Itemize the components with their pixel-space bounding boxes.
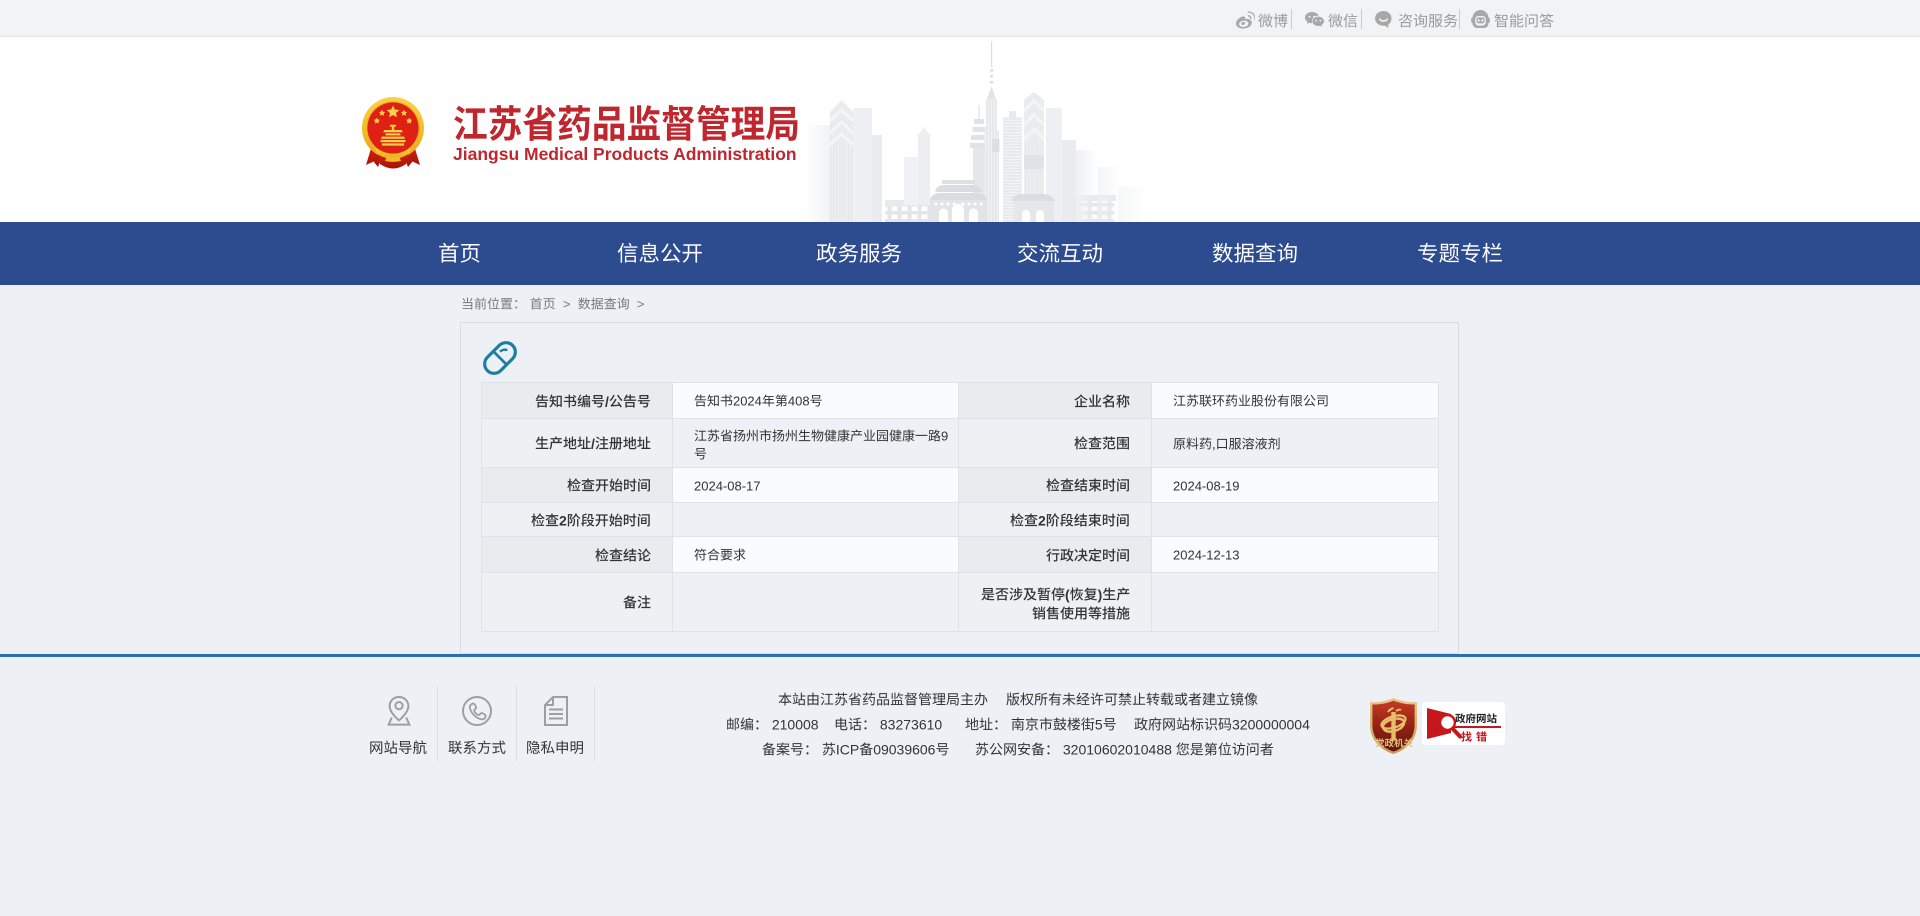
svg-text:5: 5 [1094, 716, 1102, 732]
svg-text:32010602010488: 32010602010488 [1063, 741, 1172, 757]
svg-text:2: 2 [1038, 512, 1046, 528]
svg-text:3200000004: 3200000004 [1232, 716, 1310, 732]
svg-text:(: ( [1065, 586, 1070, 602]
svg-text:>: > [637, 296, 645, 311]
svg-text:2024: 2024 [733, 393, 762, 408]
svg-text:): ) [1097, 586, 1102, 602]
svg-text:/: / [605, 393, 609, 409]
svg-text:408: 408 [788, 393, 810, 408]
svg-text:2024-08-19: 2024-08-19 [1173, 478, 1240, 493]
svg-text:2024-08-17: 2024-08-17 [694, 478, 761, 493]
svg-text:2: 2 [559, 512, 567, 528]
svg-text:/: / [591, 435, 595, 451]
svg-text:83273610: 83273610 [880, 716, 943, 732]
svg-text:2024-12-13: 2024-12-13 [1173, 547, 1240, 562]
svg-text:9: 9 [941, 428, 948, 443]
svg-text:210008: 210008 [772, 716, 819, 732]
svg-text:>: > [563, 296, 571, 311]
svg-text:09039606: 09039606 [873, 741, 935, 757]
svg-text:,: , [1212, 436, 1216, 451]
svg-text:ICP: ICP [836, 741, 859, 757]
